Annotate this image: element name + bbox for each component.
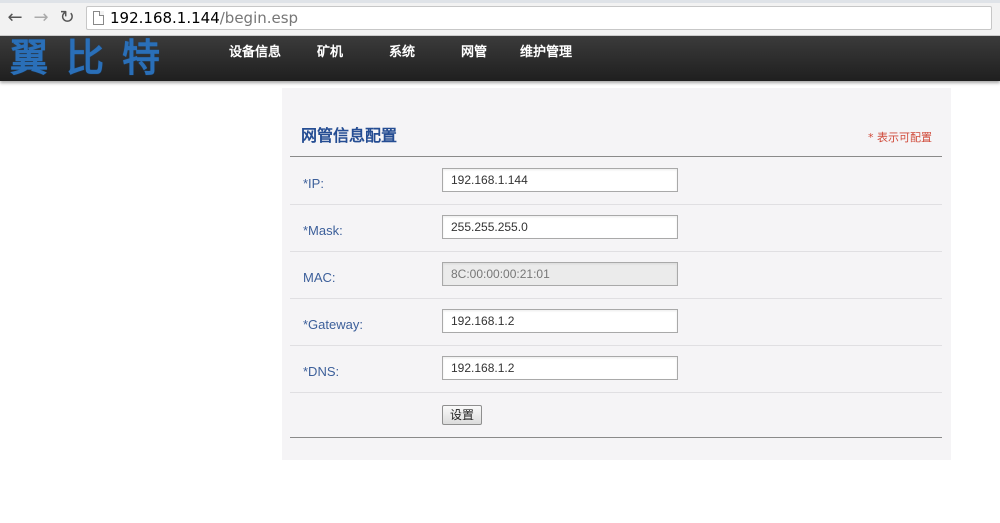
site-logo: 翼比特 <box>10 36 179 80</box>
page-title: 网管信息配置 <box>301 126 398 145</box>
reload-icon[interactable]: ↻ <box>57 8 77 28</box>
url-host: 192.168.1.144 <box>110 9 220 27</box>
mask-label: *Mask: <box>303 223 343 238</box>
divider-bottom <box>290 437 942 438</box>
menu-miner[interactable]: 矿机 <box>317 36 343 81</box>
form-row-dns: *DNS: <box>290 345 942 393</box>
mac-label: MAC: <box>303 270 336 285</box>
gateway-field[interactable] <box>442 309 678 333</box>
address-bar[interactable]: 192.168.1.144/begin.esp <box>86 6 992 30</box>
ip-field[interactable] <box>442 168 678 192</box>
dns-field[interactable] <box>442 356 678 380</box>
form-row-mask: *Mask: <box>290 204 942 252</box>
dns-label: *DNS: <box>303 364 340 379</box>
menu-device-info[interactable]: 设备信息 <box>229 36 281 81</box>
set-button[interactable]: 设置 <box>442 405 483 425</box>
url-path: /begin.esp <box>219 9 299 27</box>
form-row-mac: MAC: <box>290 251 942 299</box>
page-document-icon <box>93 11 104 25</box>
ip-label: *IP: <box>303 176 324 191</box>
tab-strip-edge <box>0 0 1000 3</box>
menu-system[interactable]: 系统 <box>389 36 415 81</box>
forward-arrow-icon[interactable]: → <box>31 8 51 28</box>
form-row-gateway: *Gateway: <box>290 298 942 346</box>
configurable-note: * 表示可配置 <box>868 131 932 144</box>
menu-maintenance[interactable]: 维护管理 <box>520 36 572 81</box>
browser-toolbar: ← → ↻ 192.168.1.144/begin.esp <box>0 0 1000 36</box>
menu-network-management[interactable]: 网管 <box>461 36 487 81</box>
network-config-panel: 网管信息配置 * 表示可配置 *IP: *Mask: MAC: *Gateway… <box>282 88 951 460</box>
address-text[interactable]: 192.168.1.144/begin.esp <box>110 9 298 27</box>
mask-field[interactable] <box>442 215 678 239</box>
back-arrow-icon[interactable]: ← <box>5 8 25 28</box>
gateway-label: *Gateway: <box>303 317 363 332</box>
mac-field <box>442 262 678 286</box>
form-row-ip: *IP: <box>290 157 942 205</box>
site-header: 翼比特 设备信息 矿机 系统 网管 维护管理 <box>0 36 1000 81</box>
